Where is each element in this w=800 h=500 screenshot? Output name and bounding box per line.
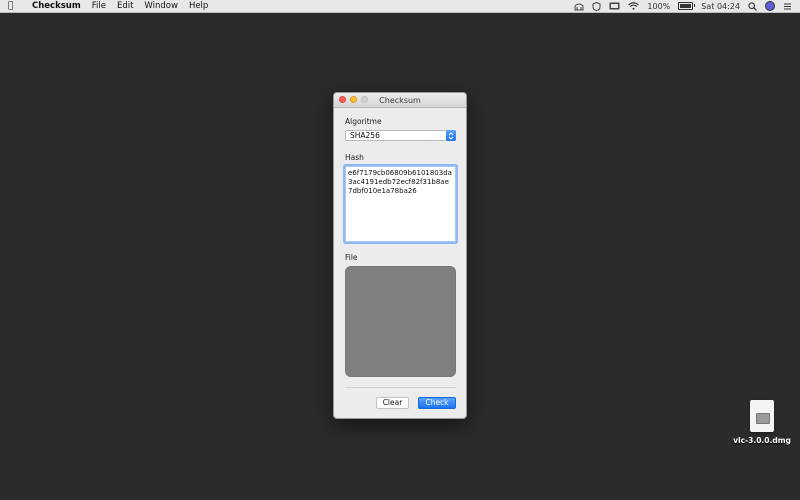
display-icon[interactable] <box>609 2 620 10</box>
window-titlebar[interactable]: Checksum <box>334 93 466 108</box>
algorithm-selected-value: SHA256 <box>350 131 380 140</box>
hash-textarea[interactable]: e6f7179cb06809b6101803da3ac4191edb72ecf8… <box>345 166 456 242</box>
wifi-icon[interactable] <box>628 2 640 10</box>
search-icon[interactable] <box>748 1 757 11</box>
close-icon[interactable] <box>339 96 346 103</box>
zoom-icon[interactable] <box>361 96 368 103</box>
menu-window[interactable]: Window <box>144 1 178 11</box>
clear-button[interactable]: Clear <box>376 397 409 409</box>
hash-label: Hash <box>345 153 364 162</box>
timemachine-icon[interactable] <box>574 2 584 11</box>
apple-icon[interactable]:  <box>8 1 22 11</box>
algorithm-label: Algoritme <box>345 117 382 126</box>
menu-file[interactable]: File <box>92 1 106 11</box>
chevron-updown-icon[interactable] <box>446 130 456 141</box>
traffic-lights <box>339 96 368 103</box>
battery-level-fill <box>680 4 692 8</box>
window-title: Checksum <box>379 95 421 105</box>
clock[interactable]: Sat 04:24 <box>701 2 740 11</box>
desktop-file[interactable]: vlc-3.0.0.dmg <box>732 400 792 445</box>
file-drop-area[interactable] <box>345 266 456 377</box>
desktop-file-name[interactable]: vlc-3.0.0.dmg <box>732 436 792 445</box>
divider <box>345 387 456 388</box>
battery-percent[interactable]: 100% <box>647 2 670 11</box>
file-label: File <box>345 253 358 262</box>
menu-edit[interactable]: Edit <box>117 1 133 11</box>
menu-help[interactable]: Help <box>189 1 208 11</box>
disk-image-icon[interactable] <box>750 400 774 432</box>
battery-icon[interactable] <box>678 2 696 10</box>
checksum-window: Checksum Algoritme SHA256 Hash e6f7179cb… <box>333 92 467 419</box>
siri-icon[interactable] <box>765 1 775 11</box>
user-icon[interactable] <box>783 2 792 11</box>
algorithm-select[interactable]: SHA256 <box>345 130 456 141</box>
shield-icon[interactable] <box>592 1 601 11</box>
check-button[interactable]: Check <box>418 397 456 409</box>
menu-bar:  Checksum File Edit Window Help 100% Sa… <box>0 0 800 13</box>
minimize-icon[interactable] <box>350 96 357 103</box>
status-area: 100% Sat 04:24 <box>574 0 792 12</box>
menu-app-name[interactable]: Checksum <box>32 1 81 11</box>
